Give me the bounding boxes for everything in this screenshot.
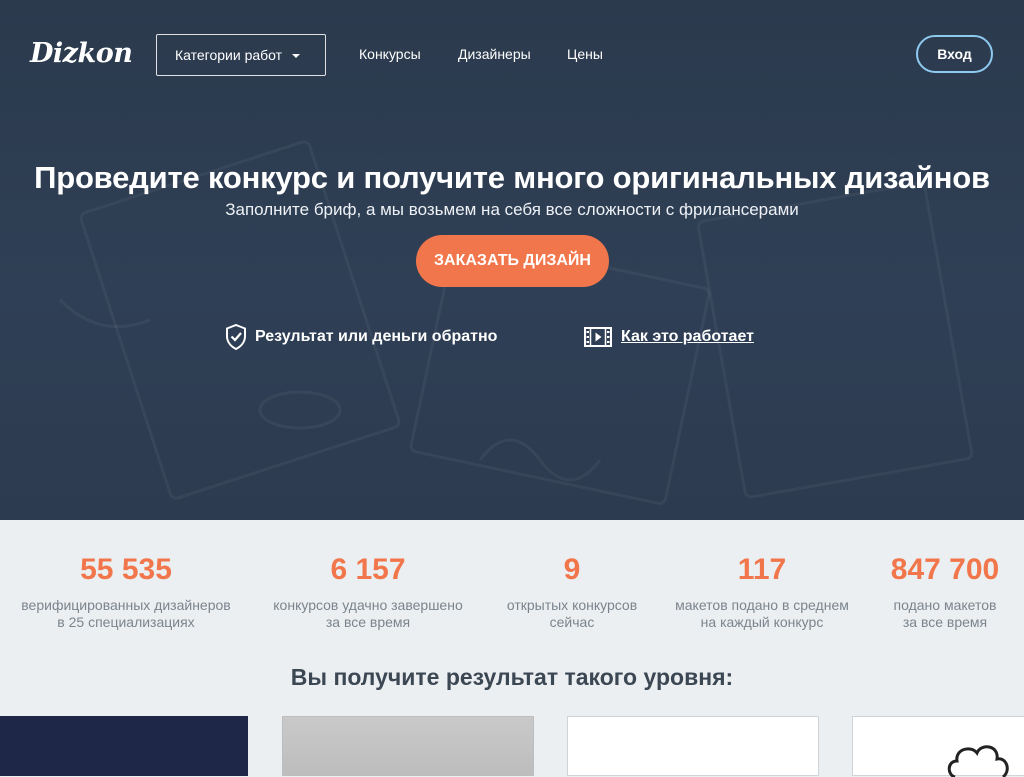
film-play-icon xyxy=(584,327,612,347)
hero-section: Dizkon Категории работ Конкурсы Дизайнер… xyxy=(0,0,1024,520)
stat-avg-submissions: 117 макетов подано в среднем на каждый к… xyxy=(675,550,849,631)
stat-label-line1: верифицированных дизайнеров xyxy=(21,597,231,613)
login-button[interactable]: Вход xyxy=(916,35,993,73)
stat-label-line1: открытых конкурсов xyxy=(506,597,638,613)
stat-designers: 55 535 верифицированных дизайнеров в 25 … xyxy=(21,550,230,631)
how-it-works-label: Как это работает xyxy=(621,328,754,345)
guarantee-label: Результат или деньги обратно xyxy=(255,328,498,345)
stat-label-line2: на каждый конкурс xyxy=(700,614,824,630)
stat-label-line2: сейчас xyxy=(549,614,595,630)
portfolio-card-1[interactable] xyxy=(0,716,248,776)
stat-label-line1: подано макетов xyxy=(893,597,997,613)
money-back-guarantee: Результат или деньги обратно xyxy=(225,323,497,351)
stat-label-line2: за все время xyxy=(325,614,411,630)
stat-value: 117 xyxy=(737,553,787,586)
stats-section: 55 535 верифицированных дизайнеров в 25 … xyxy=(0,520,1024,777)
categories-label: Категории работ xyxy=(175,47,283,63)
nav-prices[interactable]: Цены xyxy=(567,46,603,62)
stat-value: 847 700 xyxy=(890,553,1000,586)
stat-value: 6 157 xyxy=(330,553,406,586)
stat-total-submissions: 847 700 подано макетов за все время xyxy=(891,550,999,631)
hero-title: Проведите конкурс и получите много ориги… xyxy=(34,160,990,195)
nav-contests[interactable]: Конкурсы xyxy=(359,46,421,62)
order-design-button[interactable]: ЗАКАЗАТЬ ДИЗАЙН xyxy=(416,235,609,287)
categories-dropdown[interactable]: Категории работ xyxy=(156,34,326,76)
portfolio-card-3[interactable] xyxy=(567,716,819,776)
portfolio-card-4[interactable] xyxy=(852,716,1024,777)
stat-value: 55 535 xyxy=(80,553,172,586)
shield-check-icon xyxy=(226,324,246,350)
dizkon-logo[interactable]: Dizkon xyxy=(30,38,133,69)
stat-open-contests: 9 открытых конкурсов сейчас xyxy=(507,550,637,631)
stat-completed-contests: 6 157 конкурсов удачно завершено за все … xyxy=(273,550,462,631)
stat-label-line1: конкурсов удачно завершено xyxy=(273,597,463,613)
hero-subtitle: Заполните бриф, а мы возьмем на себя все… xyxy=(225,200,799,219)
stat-label-line1: макетов подано в среднем xyxy=(675,597,849,613)
portfolio-card-2[interactable] xyxy=(282,716,534,776)
caret-down-icon xyxy=(292,54,301,58)
chef-hat-logo-image xyxy=(947,745,1009,777)
results-heading: Вы получите результат такого уровня: xyxy=(290,664,734,690)
stat-label-line2: за все время xyxy=(902,614,988,630)
how-it-works-link[interactable]: Как это работает xyxy=(584,323,754,351)
stat-label-line2: в 25 специализациях xyxy=(57,614,195,630)
stat-value: 9 xyxy=(563,553,581,586)
nav-designers[interactable]: Дизайнеры xyxy=(458,46,531,62)
